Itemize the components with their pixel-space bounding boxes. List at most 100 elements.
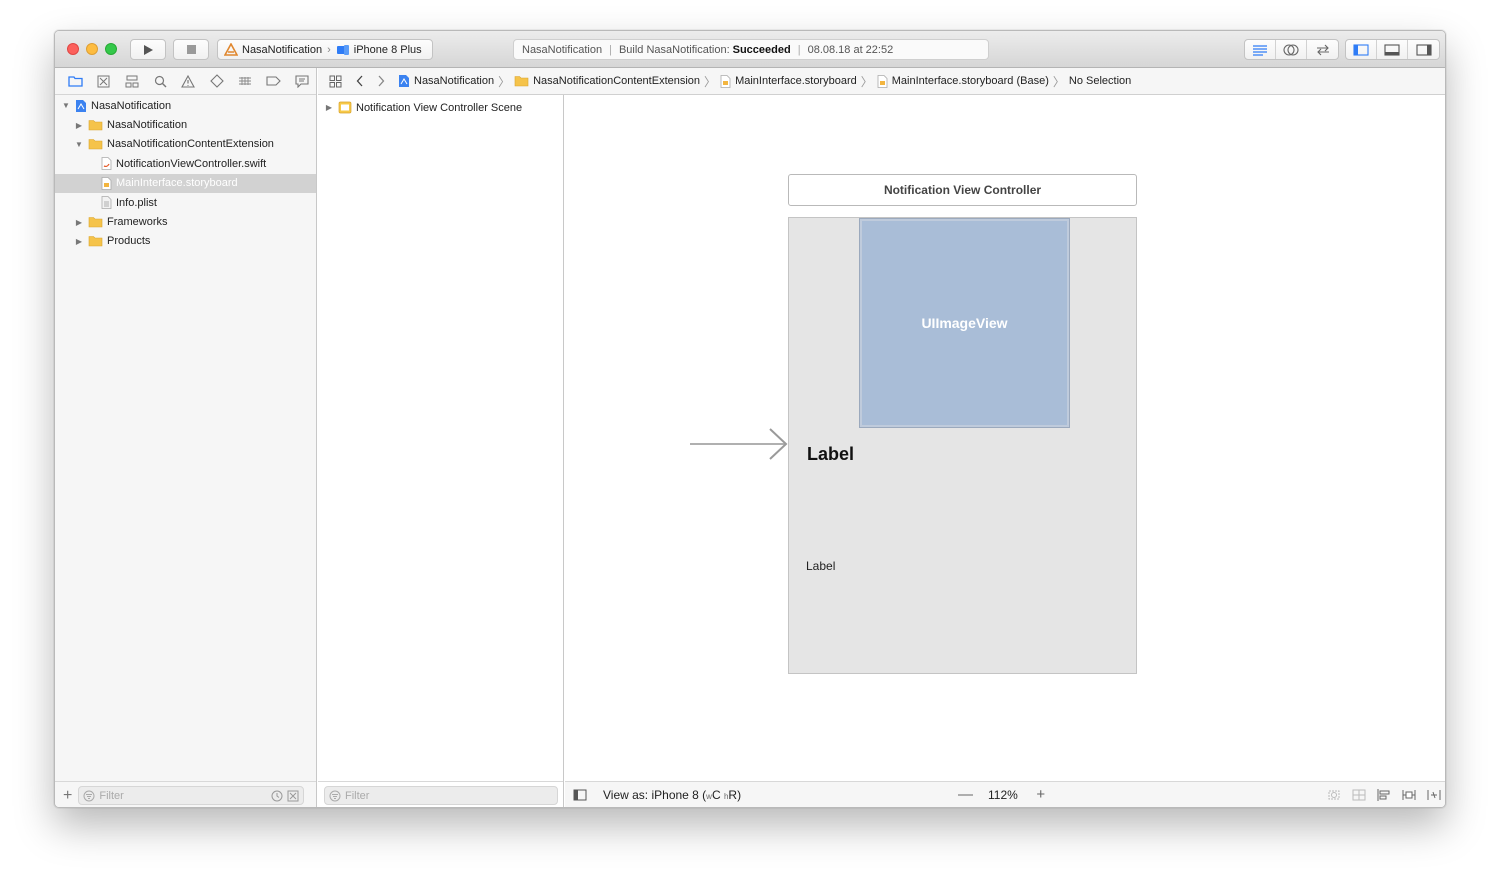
- disclosure-collapsed-icon[interactable]: ▶: [324, 103, 334, 113]
- back-button[interactable]: [351, 72, 369, 90]
- tree-row-file[interactable]: NotificationViewController.swift: [55, 154, 316, 173]
- storyboard-canvas[interactable]: Notification View Controller UIImageView…: [565, 95, 1445, 781]
- tab-find-navigator[interactable]: [146, 71, 174, 91]
- xcode-window: NasaNotification › iPhone 8 Plus NasaNot…: [54, 30, 1446, 808]
- toolbar: NasaNotification › iPhone 8 Plus NasaNot…: [55, 31, 1445, 68]
- minimize-window-button[interactable]: [86, 43, 98, 55]
- stack-icon: [1352, 789, 1366, 801]
- tab-breakpoint-navigator[interactable]: [259, 71, 287, 91]
- activity-project: NasaNotification: [522, 43, 603, 56]
- speech-bubble-icon: [295, 74, 309, 88]
- tree-row-label: NotificationViewController.swift: [116, 157, 267, 170]
- related-items-button[interactable]: [326, 72, 344, 90]
- tab-source-control-navigator[interactable]: [89, 71, 117, 91]
- add-constraints-button[interactable]: [1400, 787, 1418, 803]
- zoom-out-button[interactable]: —: [958, 786, 973, 803]
- source-control-filter-icon[interactable]: [287, 790, 299, 802]
- chevron-right-icon: ›: [327, 43, 331, 56]
- file-tree: ▼ NasaNotification ▶ NasaNotification ▼ …: [55, 96, 316, 251]
- close-window-button[interactable]: [67, 43, 79, 55]
- hierarchy-icon: [125, 75, 139, 87]
- title-label[interactable]: Label: [807, 444, 854, 465]
- disclosure-expanded-icon[interactable]: ▼: [74, 139, 84, 149]
- zoom-in-button[interactable]: +: [1034, 786, 1048, 803]
- outline-row-scene[interactable]: ▶ Notification View Controller Scene: [318, 98, 563, 117]
- breadcrumb-localization[interactable]: MainInterface.storyboard (Base): [877, 74, 1049, 88]
- toggle-debug-area-button[interactable]: [1377, 40, 1408, 59]
- align-button[interactable]: [1375, 787, 1393, 803]
- chevron-right-icon: 〉: [860, 74, 873, 89]
- toggle-utilities-button[interactable]: [1408, 40, 1439, 59]
- tab-debug-navigator[interactable]: [231, 71, 259, 91]
- outline-filter-field[interactable]: Filter: [324, 786, 558, 805]
- disclosure-collapsed-icon[interactable]: ▶: [74, 120, 84, 130]
- breadcrumb-group[interactable]: NasaNotificationContentExtension: [514, 75, 700, 87]
- align-icon: [1377, 789, 1390, 801]
- forward-button[interactable]: [372, 72, 390, 90]
- navigator-footer: + Filter: [55, 781, 316, 807]
- assistant-editor-button[interactable]: [1276, 40, 1307, 59]
- play-icon: [144, 44, 153, 55]
- scheme-selector[interactable]: NasaNotification › iPhone 8 Plus: [217, 39, 433, 60]
- toggle-outline-icon[interactable]: [573, 789, 587, 801]
- filter-placeholder: Filter: [345, 789, 370, 802]
- initial-view-controller-arrow[interactable]: [690, 426, 790, 462]
- tab-project-navigator[interactable]: [61, 71, 89, 91]
- filter-icon: [329, 790, 341, 801]
- view-as-label: View as: iPhone 8 (: [603, 788, 707, 802]
- breadcrumb-selection[interactable]: No Selection: [1069, 75, 1131, 87]
- right-panel-icon: [1415, 43, 1432, 56]
- image-view[interactable]: UIImageView: [859, 218, 1070, 428]
- chevron-right-icon: 〉: [1052, 74, 1065, 89]
- view-controller-scene[interactable]: UIImageView Label Label: [788, 217, 1137, 674]
- tree-row-folder[interactable]: ▶ NasaNotification: [55, 115, 316, 134]
- tree-row-label: Products: [107, 235, 151, 248]
- disclosure-expanded-icon[interactable]: ▼: [61, 101, 71, 111]
- version-editor-button[interactable]: [1307, 40, 1338, 59]
- navigator-filter-field[interactable]: Filter: [78, 786, 305, 805]
- tree-row-folder[interactable]: ▼ NasaNotificationContentExtension: [55, 135, 316, 154]
- search-icon: [154, 75, 167, 87]
- bottom-panel-icon: [1384, 43, 1400, 56]
- resolve-icon: [1427, 790, 1441, 800]
- recent-files-icon[interactable]: [271, 790, 283, 802]
- tree-row-folder[interactable]: ▶ Frameworks: [55, 212, 316, 231]
- tree-row-label: Frameworks: [107, 216, 168, 229]
- outline-tree: ▶ Notification View Controller Scene: [318, 98, 563, 117]
- disclosure-collapsed-icon[interactable]: ▶: [74, 217, 84, 227]
- tree-row-label: NasaNotification: [91, 99, 172, 112]
- body-label[interactable]: Label: [806, 559, 835, 573]
- tab-report-navigator[interactable]: [288, 71, 316, 91]
- embed-in-stack-button[interactable]: [1350, 787, 1368, 803]
- tree-row-file[interactable]: Info.plist: [55, 193, 316, 212]
- project-icon: [76, 99, 86, 112]
- tab-test-navigator[interactable]: [203, 71, 231, 91]
- folder-icon: [88, 139, 103, 150]
- storyboard-file-icon: [101, 176, 112, 190]
- tab-issue-navigator[interactable]: [174, 71, 202, 91]
- stop-button[interactable]: [173, 39, 209, 60]
- run-button[interactable]: [130, 39, 166, 60]
- breadcrumb-file[interactable]: MainInterface.storyboard: [720, 74, 857, 88]
- scene-title-bar[interactable]: Notification View Controller: [788, 174, 1137, 206]
- zoom-window-button[interactable]: [105, 43, 117, 55]
- resolve-issues-button[interactable]: [1425, 787, 1443, 803]
- breadcrumb-project[interactable]: NasaNotification: [398, 74, 494, 88]
- tab-symbol-navigator[interactable]: [118, 71, 146, 91]
- venn-icon: [1283, 43, 1299, 56]
- tree-row-label: MainInterface.storyboard: [116, 177, 238, 190]
- tree-row-project[interactable]: ▼ NasaNotification: [55, 96, 316, 115]
- update-frames-button[interactable]: [1325, 787, 1343, 803]
- add-icon[interactable]: +: [63, 787, 72, 805]
- tree-row-file-selected[interactable]: MainInterface.storyboard: [55, 173, 316, 193]
- grid-icon: [329, 75, 341, 87]
- standard-editor-button[interactable]: [1245, 40, 1276, 59]
- breadcrumb-label: NasaNotificationContentExtension: [533, 75, 701, 87]
- disclosure-collapsed-icon[interactable]: ▶: [74, 236, 84, 246]
- toggle-navigator-button[interactable]: [1346, 40, 1377, 59]
- view-as-device-button[interactable]: View as: iPhone 8 (wC hR): [603, 788, 741, 802]
- canvas-bottom-bar: View as: iPhone 8 (wC hR) — 112% +: [565, 781, 1445, 807]
- folder-icon: [88, 217, 103, 228]
- tree-row-folder[interactable]: ▶ Products: [55, 232, 316, 251]
- editor-mode-group: [1244, 39, 1339, 60]
